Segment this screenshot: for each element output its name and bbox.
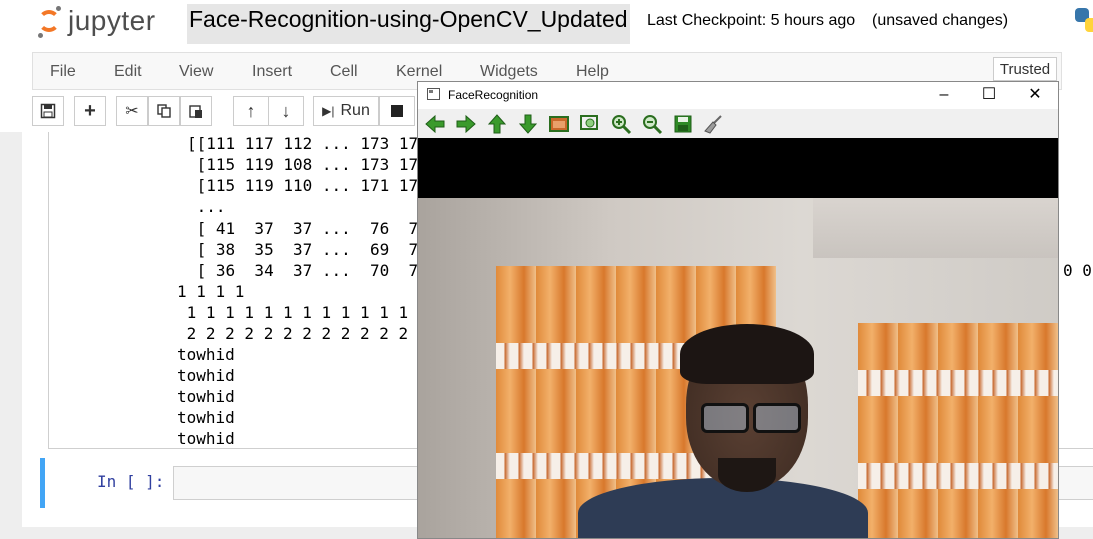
glasses-lens — [753, 403, 801, 433]
output-line: [115 119 108 ... 173 17 — [187, 155, 419, 174]
arrow-down-icon: ↓ — [281, 100, 291, 121]
insert-cell-button[interactable]: + — [74, 96, 106, 126]
checkpoint-status: Last Checkpoint: 5 hours ago — [647, 12, 856, 29]
cut-button[interactable]: ✂ — [116, 96, 148, 126]
output-line: [ 36 34 37 ... 70 7 — [187, 261, 419, 280]
menu-edit[interactable]: Edit — [114, 63, 142, 81]
webcam-frame[interactable] — [418, 138, 1058, 538]
arrow-up-icon: ↑ — [246, 100, 256, 121]
output-line: towhid — [177, 387, 235, 406]
scissors-icon: ✂ — [125, 103, 139, 120]
menu-widgets[interactable]: Widgets — [480, 63, 538, 81]
zoom-out-icon[interactable] — [641, 113, 663, 135]
output-line: towhid — [177, 429, 235, 448]
close-icon[interactable]: ✕ — [1023, 84, 1047, 106]
jupyter-logo[interactable]: jupyter — [36, 4, 156, 38]
jupyter-logo-text: jupyter — [68, 5, 156, 36]
step-forward-icon: ▶| — [322, 104, 335, 118]
output-line: 1 1 1 1 — [177, 282, 245, 301]
output-line: [ 38 35 37 ... 69 7 — [187, 240, 419, 259]
stop-icon — [391, 105, 403, 117]
save-icon — [40, 103, 56, 119]
input-prompt: In [ ]: — [97, 472, 165, 491]
image-icon[interactable] — [548, 113, 570, 135]
python-icon — [1075, 8, 1093, 32]
interrupt-button[interactable] — [379, 96, 415, 126]
window-title: FaceRecognition — [448, 88, 539, 102]
output-line: towhid — [177, 408, 235, 427]
menu-file[interactable]: File — [50, 63, 76, 81]
save-button[interactable] — [32, 96, 64, 126]
window-titlebar[interactable]: FaceRecognition – ☐ ✕ — [418, 82, 1058, 109]
copy-button[interactable] — [148, 96, 180, 126]
person-hair — [680, 324, 814, 384]
output-line: ... — [187, 197, 226, 216]
run-label: Run — [340, 102, 370, 119]
curtain-band — [858, 370, 1058, 396]
plus-icon: + — [84, 99, 96, 122]
curtain-band — [858, 463, 1058, 489]
move-up-button[interactable]: ↑ — [233, 96, 269, 126]
move-down-button[interactable]: ↓ — [268, 96, 304, 126]
jupyter-header: jupyter Face-Recognition-using-OpenCV_Up… — [0, 0, 1093, 50]
output-line: towhid — [177, 345, 235, 364]
arrow-right-icon[interactable] — [455, 113, 477, 135]
arrow-down-icon[interactable] — [517, 113, 539, 135]
maximize-icon[interactable]: ☐ — [977, 84, 1001, 106]
arrow-left-icon[interactable] — [424, 113, 446, 135]
menu-view[interactable]: View — [179, 63, 213, 81]
output-line: 1 1 1 1 1 1 1 1 1 1 1 1 — [177, 303, 409, 322]
paste-icon — [189, 105, 202, 118]
save-status: (unsaved changes) — [872, 12, 1009, 29]
save-icon[interactable] — [672, 113, 694, 135]
curtain-right — [858, 323, 1058, 538]
menu-insert[interactable]: Insert — [252, 63, 292, 81]
paste-button[interactable] — [180, 96, 212, 126]
output-line: [115 119 110 ... 171 17 — [187, 176, 419, 195]
output-line: towhid — [177, 366, 235, 385]
trusted-indicator[interactable]: Trusted — [993, 57, 1057, 81]
zoom-fit-icon[interactable] — [579, 113, 601, 135]
webcam-ceiling — [813, 198, 1058, 258]
zoom-in-icon[interactable] — [610, 113, 632, 135]
brush-icon[interactable] — [703, 113, 725, 135]
menu-kernel[interactable]: Kernel — [396, 63, 442, 81]
glasses-lens — [701, 403, 749, 433]
image-toolbar — [418, 109, 1058, 138]
menu-cell[interactable]: Cell — [330, 63, 358, 81]
facerecognition-window[interactable]: FaceRecognition – ☐ ✕ — [417, 81, 1059, 539]
minimize-icon[interactable]: – — [932, 84, 956, 106]
person-beard — [718, 458, 776, 492]
jupyter-logo-icon — [36, 4, 64, 38]
arrow-up-icon[interactable] — [486, 113, 508, 135]
output-line: [[111 117 112 ... 173 17 — [187, 134, 419, 153]
copy-icon — [157, 104, 171, 118]
output-line-fragment: 0 0 1 — [1063, 261, 1092, 280]
notebook-name[interactable]: Face-Recognition-using-OpenCV_Updated — [187, 4, 630, 44]
output-line: 2 2 2 2 2 2 2 2 2 2 2 2 — [177, 324, 409, 343]
window-app-icon — [427, 88, 440, 100]
output-line: [ 41 37 37 ... 76 7 — [187, 219, 419, 238]
run-button[interactable]: ▶| Run — [313, 96, 379, 126]
menu-help[interactable]: Help — [576, 63, 609, 81]
